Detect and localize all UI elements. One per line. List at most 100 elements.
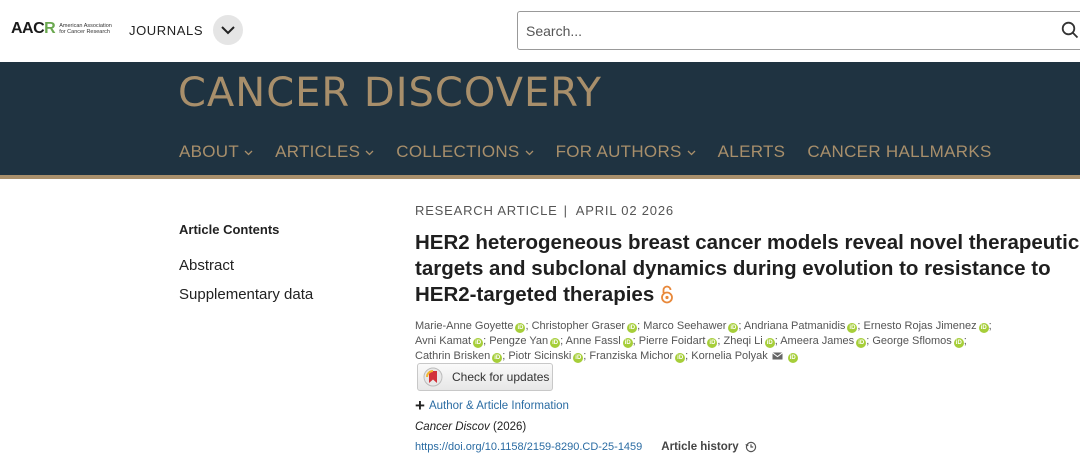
nav-collections[interactable]: COLLECTIONS bbox=[396, 142, 534, 162]
nav-cancer-hallmarks-label: CANCER HALLMARKS bbox=[807, 142, 992, 161]
nav-for-authors-label: FOR AUTHORS bbox=[555, 142, 682, 161]
author-name-text: Ernesto Rojas Jimenez bbox=[863, 320, 977, 332]
author-name-text: Zheqi Li bbox=[723, 335, 763, 347]
masthead-divider bbox=[0, 175, 1080, 179]
journals-dropdown-button[interactable] bbox=[213, 15, 243, 45]
chevron-down-icon bbox=[244, 150, 253, 156]
author-name-text: Pierre Foidart bbox=[638, 335, 706, 347]
orcid-icon[interactable]: iD bbox=[707, 338, 718, 348]
nav-about-label: ABOUT bbox=[179, 142, 240, 161]
nav-articles-label: ARTICLES bbox=[275, 142, 361, 161]
author-list: Marie-Anne Goyette iD; Christopher Graser… bbox=[415, 320, 992, 363]
nav-articles[interactable]: ARTICLES bbox=[275, 142, 374, 162]
main-nav: ABOUT ARTICLES COLLECTIONS FOR AUTHORS A… bbox=[179, 142, 1014, 162]
clock-icon bbox=[744, 441, 756, 453]
author-name[interactable]: Avni Kamat iD bbox=[415, 335, 484, 348]
citation-year: (2026) bbox=[492, 421, 527, 433]
orcid-icon[interactable]: iD bbox=[573, 353, 584, 363]
sidebar-link-abstract[interactable]: Abstract bbox=[179, 257, 313, 274]
article-type: RESEARCH ARTICLE bbox=[415, 203, 558, 218]
author-name-text: Marie-Anne Goyette bbox=[415, 320, 514, 332]
author-name[interactable]: Christopher Graser iD bbox=[532, 320, 638, 333]
orcid-icon[interactable]: iD bbox=[764, 338, 775, 348]
author-name-text: Marco Seehawer bbox=[643, 320, 727, 332]
sidebar-heading: Article Contents bbox=[179, 222, 280, 237]
search-box bbox=[517, 11, 1080, 50]
author-name[interactable]: Franziska Michor iD bbox=[589, 350, 686, 363]
chevron-down-icon bbox=[221, 25, 235, 34]
author-name[interactable]: Piotr Sicinski iD bbox=[508, 350, 584, 363]
orcid-icon[interactable]: iD bbox=[550, 338, 561, 348]
orcid-icon[interactable]: iD bbox=[627, 323, 638, 333]
orcid-icon[interactable]: iD bbox=[675, 353, 686, 363]
author-name[interactable]: Zheqi Li iD bbox=[723, 335, 775, 348]
journal-title[interactable]: CANCER DISCOVERY bbox=[178, 70, 602, 116]
citation-journal: Cancer Discov bbox=[415, 421, 490, 433]
article-contents-sidebar: Article Contents Abstract Supplementary … bbox=[179, 222, 313, 315]
author-name[interactable]: Andriana Patmanidis iD bbox=[744, 320, 858, 333]
search-input[interactable] bbox=[526, 20, 1046, 42]
author-name[interactable]: Kornelia Polyak iD bbox=[691, 350, 798, 363]
orcid-icon[interactable]: iD bbox=[473, 338, 484, 348]
author-name-text: Kornelia Polyak bbox=[691, 350, 768, 362]
doi-row: https://doi.org/10.1158/2159-8290.CD-25-… bbox=[415, 441, 757, 453]
check-for-updates-icon bbox=[423, 367, 443, 387]
logo-mark-text: AAC bbox=[11, 20, 45, 37]
author-name[interactable]: Anne Fassl iD bbox=[565, 335, 633, 348]
author-name-text: Avni Kamat bbox=[415, 335, 472, 347]
check-for-updates-button[interactable]: Check for updates bbox=[417, 363, 553, 391]
author-name[interactable]: Marie-Anne Goyette iD bbox=[415, 320, 526, 333]
orcid-icon[interactable]: iD bbox=[515, 323, 526, 333]
article-title: HER2 heterogeneous breast cancer models … bbox=[415, 230, 1080, 311]
article-title-text: HER2 heterogeneous breast cancer models … bbox=[415, 231, 1080, 306]
author-name[interactable]: Ameera James iD bbox=[780, 335, 867, 348]
orcid-icon[interactable]: iD bbox=[953, 338, 964, 348]
plus-icon: + bbox=[415, 396, 425, 415]
doi-link[interactable]: https://doi.org/10.1158/2159-8290.CD-25-… bbox=[415, 441, 642, 453]
nav-cancer-hallmarks[interactable]: CANCER HALLMARKS bbox=[807, 142, 991, 162]
author-name[interactable]: Ernesto Rojas Jimenez iD bbox=[863, 320, 989, 333]
chevron-down-icon bbox=[687, 150, 696, 156]
chevron-down-icon bbox=[365, 150, 374, 156]
search-icon bbox=[1061, 21, 1079, 39]
author-name[interactable]: George Sflomos iD bbox=[872, 335, 964, 348]
logo-mark: AACR bbox=[11, 20, 56, 38]
chevron-down-icon bbox=[525, 150, 534, 156]
orcid-icon[interactable]: iD bbox=[728, 323, 739, 333]
journals-label[interactable]: JOURNALS bbox=[129, 23, 203, 38]
aacr-logo[interactable]: AACR American Association for Cancer Res… bbox=[11, 20, 119, 38]
orcid-icon[interactable]: iD bbox=[492, 353, 503, 363]
nav-alerts-label: ALERTS bbox=[717, 142, 786, 161]
logo-mark-accent: R bbox=[44, 20, 56, 37]
article-history-button[interactable]: Article history bbox=[661, 441, 756, 453]
author-name[interactable]: Pierre Foidart iD bbox=[638, 335, 718, 348]
author-name-text: Anne Fassl bbox=[565, 335, 621, 347]
orcid-icon[interactable]: iD bbox=[847, 323, 858, 333]
author-article-info-label: Author & Article Information bbox=[428, 400, 569, 412]
author-name[interactable]: Marco Seehawer iD bbox=[643, 320, 739, 333]
article-history-label: Article history bbox=[661, 441, 739, 453]
author-name[interactable]: Pengze Yan iD bbox=[489, 335, 561, 348]
author-name-text: Cathrin Brisken bbox=[415, 350, 491, 362]
author-name-text: Piotr Sicinski bbox=[508, 350, 572, 362]
orcid-icon[interactable]: iD bbox=[978, 323, 989, 333]
top-bar: AACR American Association for Cancer Res… bbox=[0, 0, 1080, 62]
orcid-icon[interactable]: iD bbox=[622, 338, 633, 348]
logo-subtext: American Association for Cancer Research bbox=[59, 23, 112, 35]
author-article-info-toggle[interactable]: + Author & Article Information bbox=[415, 396, 569, 415]
nav-for-authors[interactable]: FOR AUTHORS bbox=[556, 142, 696, 162]
check-for-updates-label: Check for updates bbox=[452, 370, 550, 384]
author-name-text: Ameera James bbox=[780, 335, 855, 347]
meta-separator: | bbox=[563, 203, 568, 218]
open-access-lock-icon bbox=[660, 285, 674, 311]
orcid-icon[interactable]: iD bbox=[787, 353, 798, 363]
orcid-icon[interactable]: iD bbox=[856, 338, 867, 348]
author-name[interactable]: Cathrin Brisken iD bbox=[415, 350, 503, 363]
sidebar-link-supplementary-data[interactable]: Supplementary data bbox=[179, 286, 313, 303]
author-name-text: Pengze Yan bbox=[489, 335, 549, 347]
mail-icon[interactable] bbox=[771, 352, 783, 360]
search-button[interactable] bbox=[1061, 21, 1080, 43]
nav-alerts[interactable]: ALERTS bbox=[718, 142, 786, 162]
article-meta: RESEARCH ARTICLE | APRIL 02 2026 bbox=[415, 203, 1080, 218]
nav-about[interactable]: ABOUT bbox=[179, 142, 253, 162]
